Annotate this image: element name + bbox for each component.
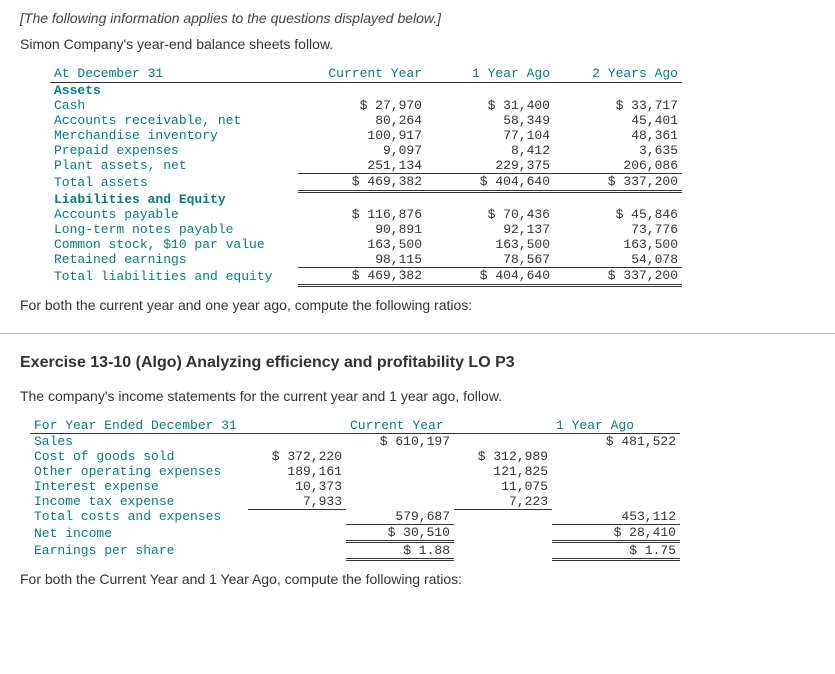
is-cell: $ 610,197 bbox=[346, 433, 454, 449]
intro-lead: Simon Company's year-end balance sheets … bbox=[20, 36, 815, 52]
bs-cell: 92,137 bbox=[426, 222, 554, 237]
bs-cell: 58,349 bbox=[426, 113, 554, 128]
is-cell: $ 1.75 bbox=[552, 542, 680, 560]
bs-row-label: Common stock, $10 par value bbox=[50, 237, 298, 252]
is-cell: 7,223 bbox=[454, 494, 552, 510]
bs-row-label: Prepaid expenses bbox=[50, 143, 298, 158]
is-cell: $ 312,989 bbox=[454, 449, 552, 464]
bs-row-label: Retained earnings bbox=[50, 252, 298, 268]
bs-hdr-c1: Current Year bbox=[298, 66, 426, 83]
bs-cell: $ 469,382 bbox=[298, 174, 426, 192]
is-cell: $ 28,410 bbox=[552, 525, 680, 542]
balance-sheet-table: At December 31 Current Year 1 Year Ago 2… bbox=[50, 66, 682, 287]
bs-cell: 45,401 bbox=[554, 113, 682, 128]
is-row-label: Income tax expense bbox=[30, 494, 248, 510]
bs-total-liab: Total liabilities and equity bbox=[50, 267, 298, 285]
bs-cell: 80,264 bbox=[298, 113, 426, 128]
bs-row-label: Long-term notes payable bbox=[50, 222, 298, 237]
bs-cell: 163,500 bbox=[298, 237, 426, 252]
bs-assets-label: Assets bbox=[50, 83, 298, 99]
bs-cell: $ 27,970 bbox=[298, 98, 426, 113]
bs-cell: 3,635 bbox=[554, 143, 682, 158]
is-cell: 121,825 bbox=[454, 464, 552, 479]
bs-cell: $ 31,400 bbox=[426, 98, 554, 113]
bs-cell: 163,500 bbox=[426, 237, 554, 252]
bs-cell: $ 45,846 bbox=[554, 207, 682, 222]
is-cell: 10,373 bbox=[248, 479, 346, 494]
bs-row-label: Plant assets, net bbox=[50, 158, 298, 174]
bs-cell: $ 337,200 bbox=[554, 267, 682, 285]
bs-cell: $ 337,200 bbox=[554, 174, 682, 192]
bs-cell: 98,115 bbox=[298, 252, 426, 268]
is-hdr-py: 1 Year Ago bbox=[552, 418, 680, 434]
bs-row-label: Accounts receivable, net bbox=[50, 113, 298, 128]
bs-row-label: Cash bbox=[50, 98, 298, 113]
bs-hdr-c3: 2 Years Ago bbox=[554, 66, 682, 83]
bs-hdr-date: At December 31 bbox=[50, 66, 298, 83]
is-cell: 11,075 bbox=[454, 479, 552, 494]
is-eps: Earnings per share bbox=[30, 542, 248, 560]
bs-cell: $ 469,382 bbox=[298, 267, 426, 285]
ratio-note-2: For both the Current Year and 1 Year Ago… bbox=[20, 571, 815, 587]
is-cell: 579,687 bbox=[346, 509, 454, 525]
bs-total-assets: Total assets bbox=[50, 174, 298, 192]
is-row-label: Other operating expenses bbox=[30, 464, 248, 479]
bs-cell: 251,134 bbox=[298, 158, 426, 174]
is-hdr-cy: Current Year bbox=[346, 418, 454, 434]
exercise-title: Exercise 13-10 (Algo) Analyzing efficien… bbox=[20, 354, 815, 372]
bs-cell: 100,917 bbox=[298, 128, 426, 143]
bs-hdr-c2: 1 Year Ago bbox=[426, 66, 554, 83]
bs-cell: 163,500 bbox=[554, 237, 682, 252]
is-sales-label: Sales bbox=[30, 433, 248, 449]
is-cell: $ 481,522 bbox=[552, 433, 680, 449]
bs-cell: $ 404,640 bbox=[426, 174, 554, 192]
is-cell: 453,112 bbox=[552, 509, 680, 525]
is-hdr-date: For Year Ended December 31 bbox=[30, 418, 248, 434]
bs-cell: 77,104 bbox=[426, 128, 554, 143]
income-lead: The company's income statements for the … bbox=[20, 388, 815, 404]
income-statement-table: For Year Ended December 31 Current Year … bbox=[30, 418, 680, 562]
bs-cell: 229,375 bbox=[426, 158, 554, 174]
bs-cell: 54,078 bbox=[554, 252, 682, 268]
bs-cell: 73,776 bbox=[554, 222, 682, 237]
bs-cell: 8,412 bbox=[426, 143, 554, 158]
bs-row-label: Accounts payable bbox=[50, 207, 298, 222]
is-row-label: Interest expense bbox=[30, 479, 248, 494]
bs-liab-label: Liabilities and Equity bbox=[50, 192, 298, 207]
bs-cell: 9,097 bbox=[298, 143, 426, 158]
is-cell: 189,161 bbox=[248, 464, 346, 479]
is-net-income: Net income bbox=[30, 525, 248, 542]
bs-cell: $ 116,876 bbox=[298, 207, 426, 222]
bs-cell: 90,891 bbox=[298, 222, 426, 237]
is-cell: 7,933 bbox=[248, 494, 346, 510]
is-row-label: Cost of goods sold bbox=[30, 449, 248, 464]
separator bbox=[0, 333, 835, 334]
intro-note: [The following information applies to th… bbox=[20, 10, 815, 26]
bs-cell: $ 33,717 bbox=[554, 98, 682, 113]
bs-cell: $ 70,436 bbox=[426, 207, 554, 222]
is-cell: $ 372,220 bbox=[248, 449, 346, 464]
ratio-note-1: For both the current year and one year a… bbox=[20, 297, 815, 313]
is-cell: $ 30,510 bbox=[346, 525, 454, 542]
is-cell: $ 1.88 bbox=[346, 542, 454, 560]
bs-cell: 78,567 bbox=[426, 252, 554, 268]
bs-cell: 206,086 bbox=[554, 158, 682, 174]
bs-cell: 48,361 bbox=[554, 128, 682, 143]
bs-row-label: Merchandise inventory bbox=[50, 128, 298, 143]
bs-cell: $ 404,640 bbox=[426, 267, 554, 285]
is-total-costs: Total costs and expenses bbox=[30, 509, 248, 525]
